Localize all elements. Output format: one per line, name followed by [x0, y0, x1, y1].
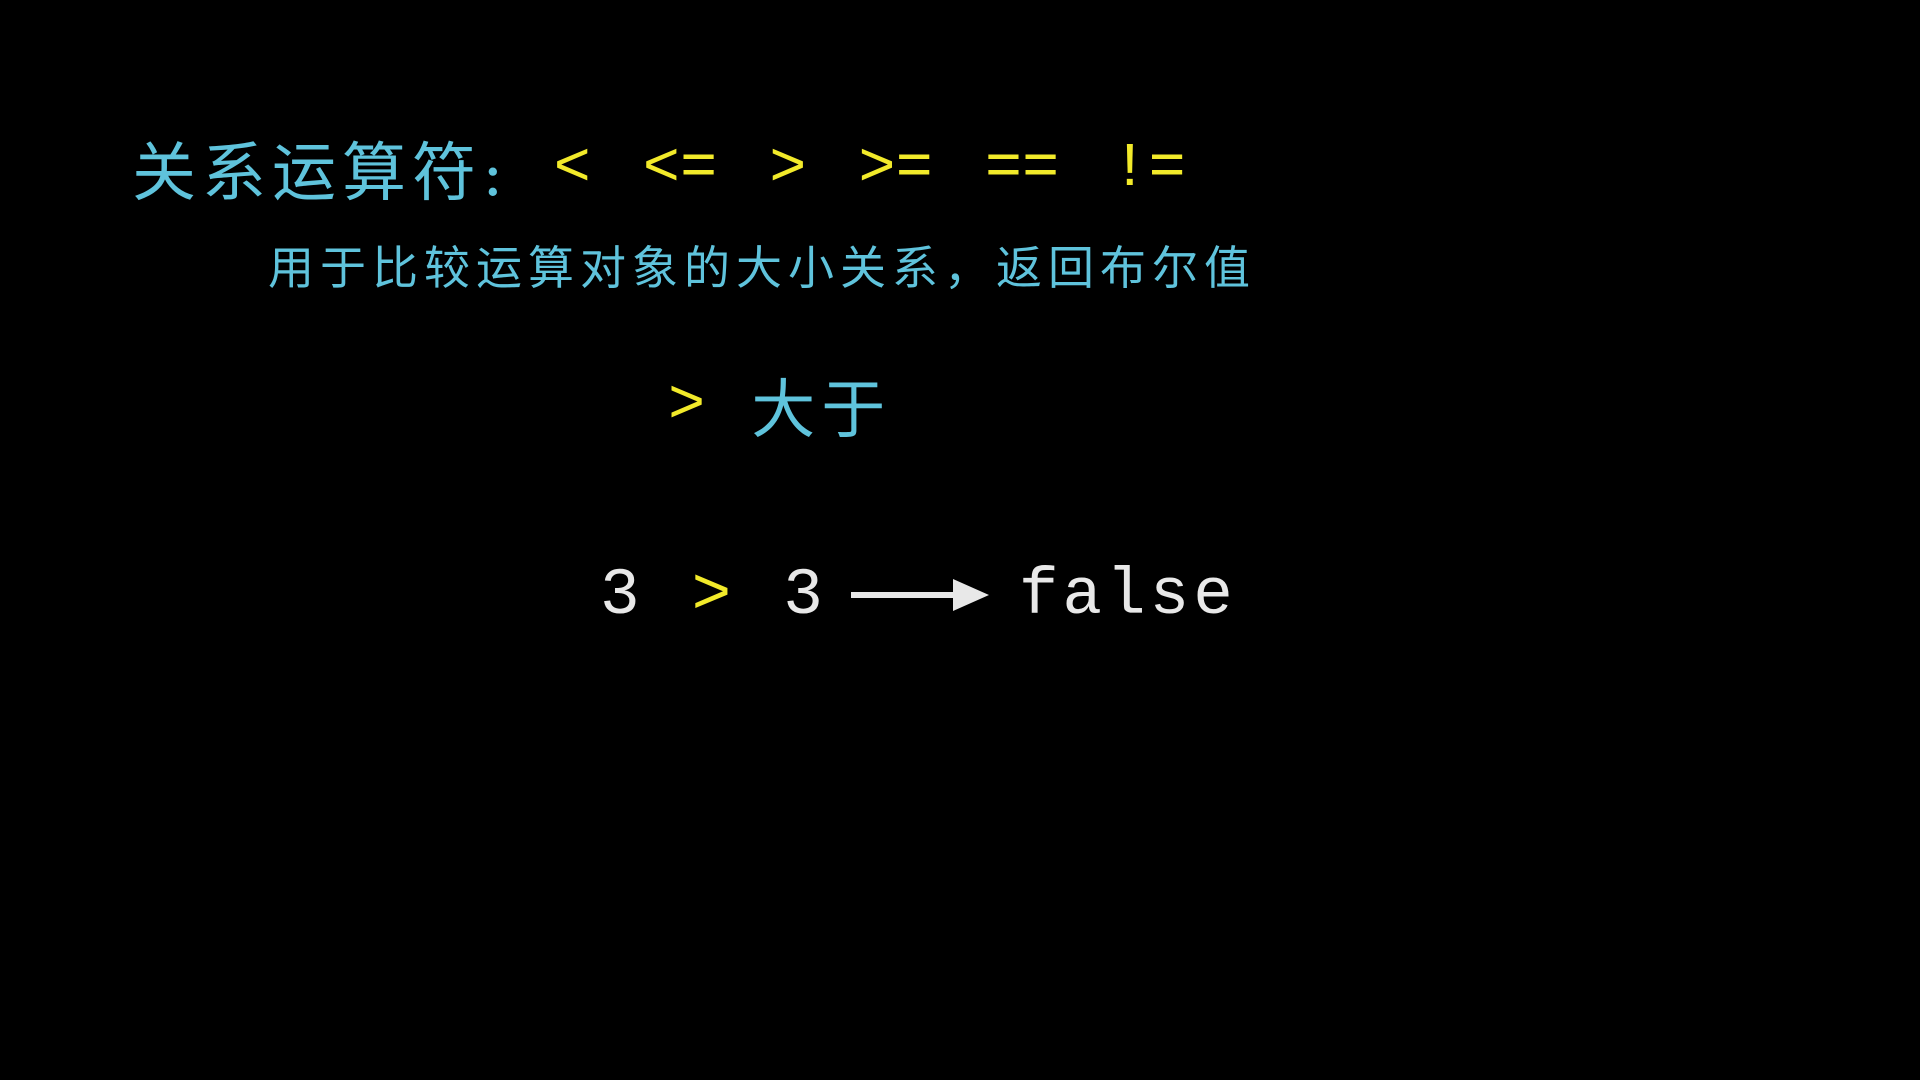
operator-list: < <= > >= == !=: [554, 133, 1186, 204]
operator-greater-than: >: [769, 132, 807, 204]
example-result: false: [1018, 557, 1237, 633]
operator-equal: ==: [984, 132, 1060, 204]
example-operator: >: [691, 557, 732, 633]
slide-title: 关系运算符:: [132, 137, 510, 211]
example-right-operand: 3: [783, 557, 823, 633]
example-left-operand: 3: [600, 557, 640, 633]
slide: 关系运算符: < <= > >= == != 用于比较运算对象的大小关系，返回布…: [0, 0, 1920, 1080]
focus-operator: > 大于: [668, 365, 891, 449]
example-expression: 3 > 3 false: [600, 555, 1237, 635]
operator-less-than: <: [553, 132, 591, 204]
slide-subtitle: 用于比较运算对象的大小关系，返回布尔值: [268, 241, 1256, 295]
operator-not-equal: !=: [1111, 132, 1186, 204]
operator-less-equal: <=: [642, 132, 718, 204]
focus-meaning: 大于: [751, 374, 892, 448]
focus-symbol: >: [668, 369, 706, 441]
operator-greater-equal: >=: [858, 132, 933, 204]
title-line: 关系运算符: < <= > >= == !=: [132, 128, 1186, 212]
right-arrow-icon: [850, 575, 991, 615]
